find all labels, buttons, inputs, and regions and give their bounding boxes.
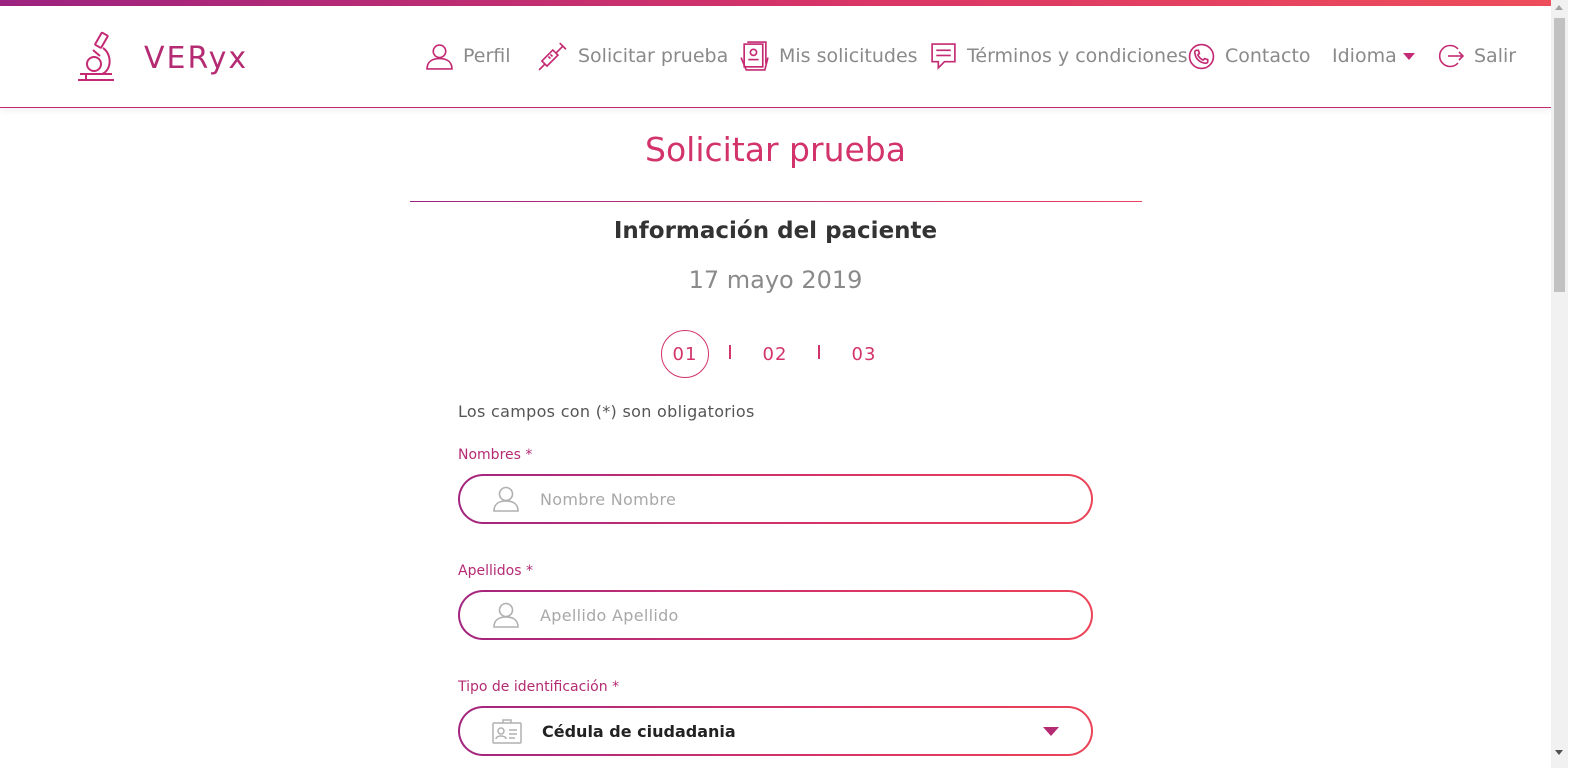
nav-salir[interactable]: Salir bbox=[1438, 38, 1516, 74]
documents-icon bbox=[740, 40, 769, 71]
nav-solicitar-prueba[interactable]: Solicitar prueba bbox=[537, 38, 728, 74]
phone-icon bbox=[1188, 43, 1215, 69]
nav-idioma-label: Idioma bbox=[1332, 45, 1397, 67]
step-2[interactable]: 02 bbox=[750, 330, 800, 378]
chevron-down-icon[interactable] bbox=[1043, 727, 1059, 736]
apellidos-input[interactable] bbox=[540, 605, 1040, 625]
step-3[interactable]: 03 bbox=[839, 330, 889, 378]
tipo-identificacion-select[interactable]: Cédula de ciudadania bbox=[458, 706, 1093, 756]
nombres-field bbox=[458, 474, 1093, 524]
nav-mis-solicitudes-label: Mis solicitudes bbox=[779, 45, 918, 67]
logout-icon bbox=[1438, 44, 1464, 68]
scroll-up-icon[interactable] bbox=[1555, 5, 1563, 10]
id-card-icon bbox=[492, 719, 522, 744]
vertical-scrollbar[interactable] bbox=[1551, 0, 1568, 768]
nav-mis-solicitudes[interactable]: Mis solicitudes bbox=[740, 38, 918, 74]
step-1[interactable]: 01 bbox=[661, 330, 709, 378]
section-title: Información del paciente bbox=[613, 218, 938, 244]
nav-perfil[interactable]: Perfil bbox=[426, 38, 511, 74]
title-divider bbox=[410, 201, 1142, 202]
scroll-down-icon[interactable] bbox=[1555, 750, 1563, 755]
nav-contacto-label: Contacto bbox=[1225, 45, 1311, 67]
microscope-icon bbox=[78, 31, 114, 81]
tipo-identificacion-value: Cédula de ciudadania bbox=[542, 721, 736, 741]
user-icon bbox=[493, 486, 519, 512]
scroll-thumb[interactable] bbox=[1554, 18, 1565, 292]
nav-terminos[interactable]: Términos y condiciones bbox=[930, 38, 1188, 74]
tipo-identificacion-label: Tipo de identificación * bbox=[458, 679, 620, 695]
step-separator bbox=[818, 345, 820, 359]
message-icon bbox=[931, 42, 956, 70]
page-title: Solicitar prueba bbox=[645, 130, 906, 169]
required-fields-note: Los campos con (*) son obligatorios bbox=[458, 402, 755, 421]
logo[interactable]: VERyx bbox=[76, 30, 248, 86]
chevron-down-icon bbox=[1402, 52, 1415, 60]
step-separator bbox=[729, 345, 731, 359]
apellidos-label: Apellidos * bbox=[458, 563, 533, 579]
nombres-label: Nombres * bbox=[458, 447, 533, 463]
nav-solicitar-prueba-label: Solicitar prueba bbox=[578, 45, 729, 67]
user-icon bbox=[493, 602, 519, 628]
nav-salir-label: Salir bbox=[1474, 45, 1517, 67]
request-date: 17 mayo 2019 bbox=[688, 266, 863, 294]
brand-name: VERyx bbox=[144, 40, 249, 76]
header: VERyx Perfil Solicitar prueba Mis solici… bbox=[0, 6, 1551, 108]
nav-perfil-label: Perfil bbox=[463, 45, 511, 67]
user-icon bbox=[426, 43, 453, 70]
nombres-input[interactable] bbox=[540, 489, 1040, 509]
syringe-icon bbox=[538, 41, 567, 71]
nav-idioma[interactable]: Idioma bbox=[1332, 38, 1415, 74]
nav-contacto[interactable]: Contacto bbox=[1188, 38, 1311, 74]
nav-terminos-label: Términos y condiciones bbox=[967, 45, 1188, 67]
apellidos-field bbox=[458, 590, 1093, 640]
